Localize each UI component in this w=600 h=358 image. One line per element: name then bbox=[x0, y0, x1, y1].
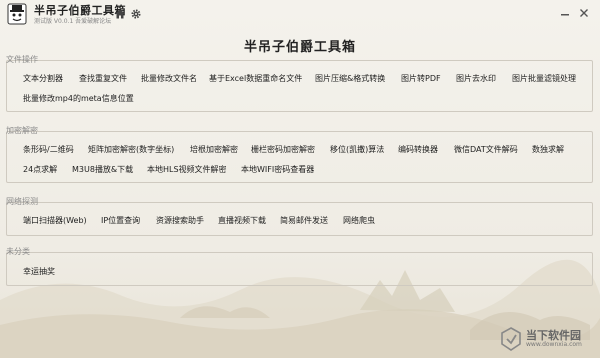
watermark: 当下软件园 www.downxia.com bbox=[496, 326, 596, 352]
tool-wechat-dat-decode[interactable]: 微信DAT文件解码 bbox=[454, 144, 518, 156]
tool-barcode-qrcode[interactable]: 条形码/二维码 bbox=[23, 144, 74, 156]
tool-encoding-converter[interactable]: 编码转换器 bbox=[398, 144, 438, 156]
tool-text-splitter[interactable]: 文本分割器 bbox=[23, 73, 63, 85]
group-title-network: 网络探测 bbox=[6, 197, 38, 206]
tool-simple-email[interactable]: 简易邮件发送 bbox=[280, 215, 328, 227]
app-subtitle: 测试版 V0.0.1 吾爱破解论坛 bbox=[34, 18, 112, 25]
tool-bacon-cipher[interactable]: 培根加密解密 bbox=[190, 144, 238, 156]
tool-24-points-solver[interactable]: 24点求解 bbox=[23, 164, 57, 176]
title-bar: 半吊子伯爵工具箱 测试版 V0.0.1 吾爱破解论坛 bbox=[0, 0, 600, 28]
group-network: 端口扫描器(Web) IP位置查询 资源搜索助手 直播视频下载 简易邮件发送 网… bbox=[6, 202, 593, 236]
tool-rail-fence-cipher[interactable]: 栅栏密码加密解密 bbox=[251, 144, 315, 156]
group-title-misc: 未分类 bbox=[6, 247, 30, 256]
watermark-logo-icon bbox=[501, 327, 521, 351]
tool-lucky-draw[interactable]: 幸运抽奖 bbox=[23, 266, 55, 278]
main-title: 半吊子伯爵工具箱 bbox=[243, 40, 356, 55]
app-logo-icon bbox=[7, 3, 27, 25]
tool-sudoku-solver[interactable]: 数独求解 bbox=[532, 144, 564, 156]
tool-port-scanner[interactable]: 端口扫描器(Web) bbox=[23, 215, 87, 227]
group-file-ops: 文本分割器 查找重复文件 批量修改文件名 基于Excel数据重命名文件 图片压缩… bbox=[6, 60, 593, 112]
minimize-icon bbox=[561, 14, 569, 16]
tool-image-compress[interactable]: 图片压缩&格式转换 bbox=[315, 73, 385, 85]
watermark-url: www.downxia.com bbox=[526, 341, 582, 348]
tool-mp4-meta[interactable]: 批量修改mp4的meta信息位置 bbox=[23, 93, 134, 105]
tool-ip-location[interactable]: IP位置查询 bbox=[101, 215, 140, 227]
group-crypto: 条形码/二维码 矩阵加密解密(数字坐标) 培根加密解密 栅栏密码加密解密 移位(… bbox=[6, 131, 593, 183]
tool-caesar-cipher[interactable]: 移位(凯撒)算法 bbox=[330, 144, 384, 156]
tool-batch-filter[interactable]: 图片批量滤镜处理 bbox=[512, 73, 576, 85]
close-button[interactable] bbox=[577, 6, 591, 20]
group-misc: 幸运抽奖 bbox=[6, 252, 593, 286]
gear-icon[interactable] bbox=[130, 8, 142, 20]
close-icon bbox=[580, 9, 588, 17]
home-icon[interactable] bbox=[114, 8, 126, 20]
tool-matrix-cipher[interactable]: 矩阵加密解密(数字坐标) bbox=[88, 144, 174, 156]
tool-batch-rename[interactable]: 批量修改文件名 bbox=[141, 73, 197, 85]
group-title-crypto: 加密解密 bbox=[6, 126, 38, 135]
tool-remove-watermark[interactable]: 图片去水印 bbox=[456, 73, 496, 85]
tool-resource-search[interactable]: 资源搜索助手 bbox=[156, 215, 204, 227]
tool-find-duplicates[interactable]: 查找重复文件 bbox=[79, 73, 127, 85]
tool-m3u8-player[interactable]: M3U8播放&下载 bbox=[72, 164, 133, 176]
minimize-button[interactable] bbox=[558, 6, 572, 20]
tool-web-crawler[interactable]: 网络爬虫 bbox=[343, 215, 375, 227]
tool-excel-rename[interactable]: 基于Excel数据重命名文件 bbox=[209, 73, 302, 85]
tool-image-to-pdf[interactable]: 图片转PDF bbox=[401, 73, 441, 85]
tool-hls-decrypt[interactable]: 本地HLS视频文件解密 bbox=[147, 164, 227, 176]
tool-wifi-password-viewer[interactable]: 本地WIFI密码查看器 bbox=[241, 164, 314, 176]
group-title-file-ops: 文件操作 bbox=[6, 55, 38, 64]
tool-live-video-download[interactable]: 直播视频下载 bbox=[218, 215, 266, 227]
